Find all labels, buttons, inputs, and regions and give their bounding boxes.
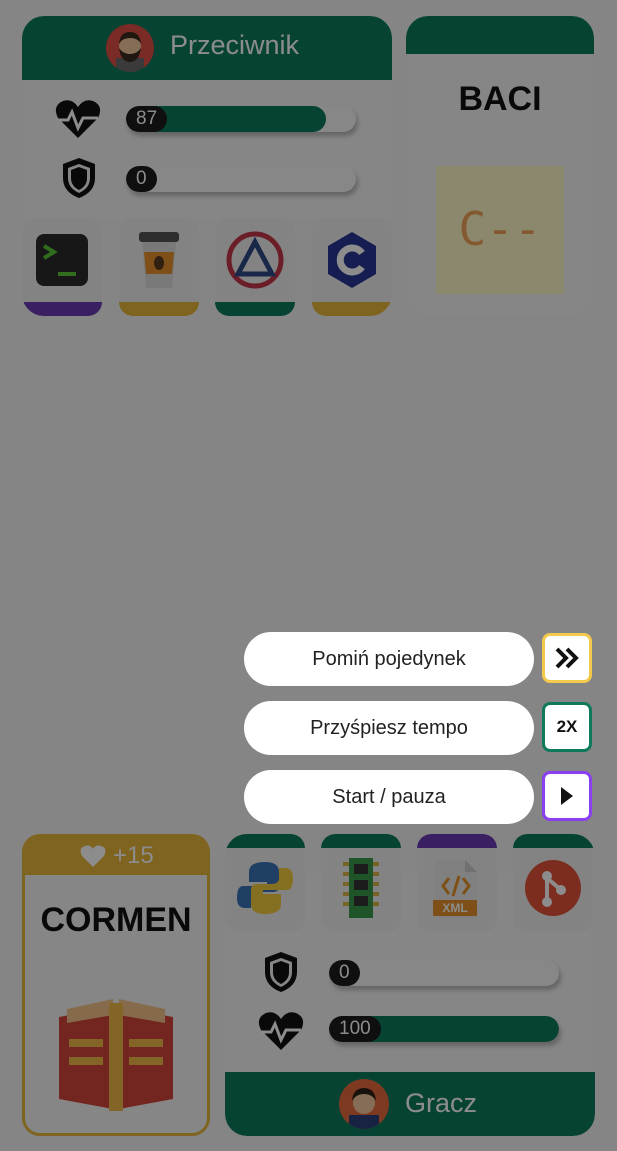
skip-duel-label: Pomiń pojedynek — [244, 632, 534, 686]
tutorial-overlay[interactable] — [0, 0, 617, 1151]
play-icon — [561, 787, 573, 805]
speed-up-button[interactable]: 2X — [542, 702, 592, 752]
start-pause-button[interactable] — [542, 771, 592, 821]
speed-up-label: Przyśpiesz tempo — [244, 701, 534, 755]
skip-duel-button[interactable] — [542, 633, 592, 683]
start-pause-label: Start / pauza — [244, 770, 534, 824]
double-chevron-right-icon — [555, 647, 579, 669]
speed-button-text: 2X — [556, 717, 578, 736]
